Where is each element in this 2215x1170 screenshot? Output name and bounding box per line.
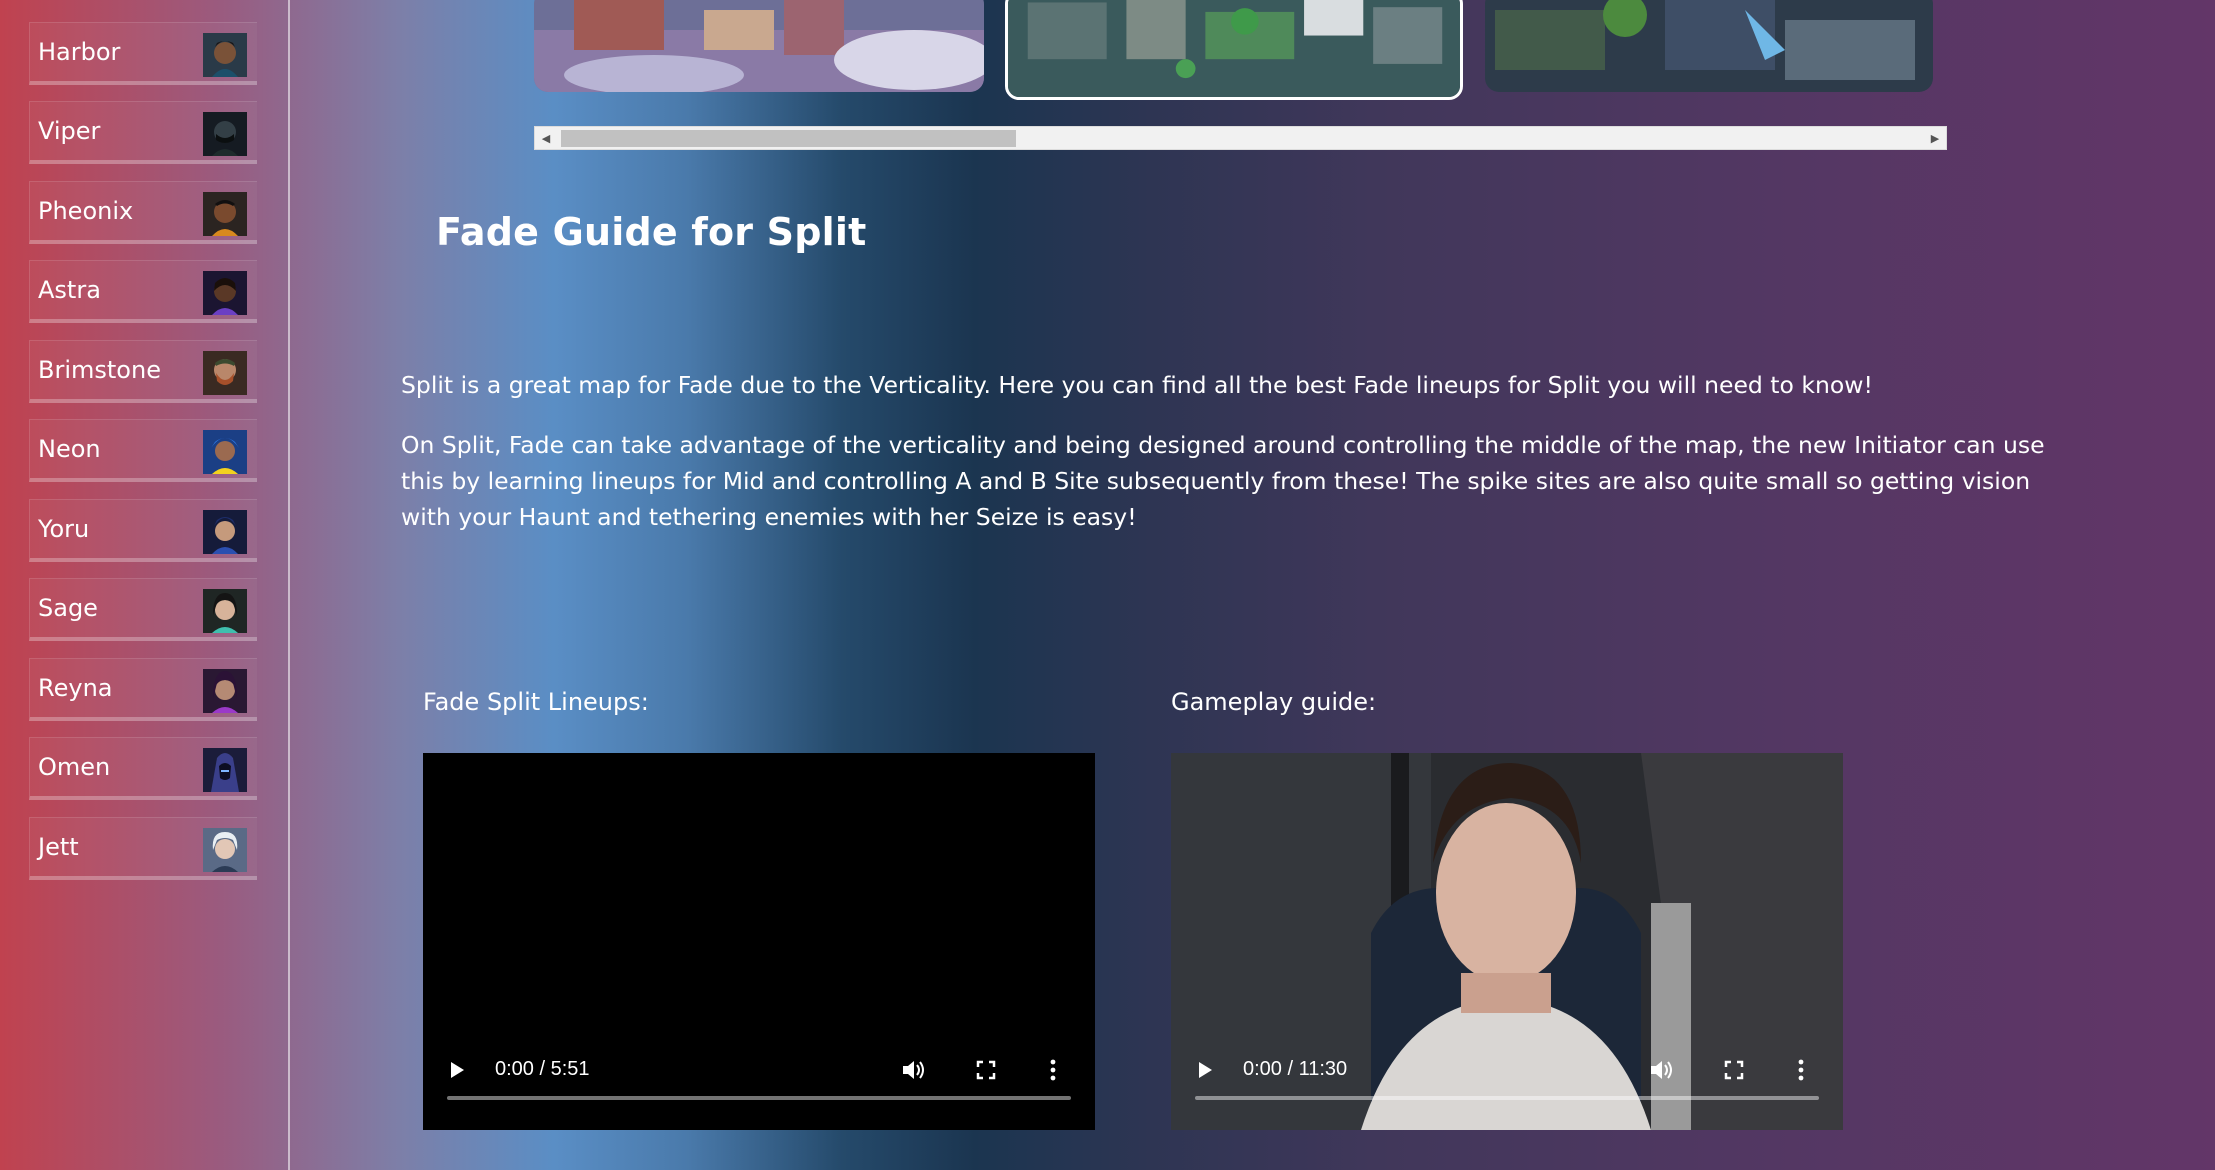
sidebar-item-yoru[interactable]: Yoru [29, 499, 257, 562]
video-progress-bar[interactable] [1195, 1096, 1819, 1100]
map-thumbnail-1[interactable] [534, 0, 984, 92]
jett-avatar [203, 828, 247, 872]
yoru-avatar [203, 510, 247, 554]
more-options-icon[interactable] [1796, 1059, 1806, 1081]
viper-avatar [203, 112, 247, 156]
agent-name: Viper [38, 117, 101, 145]
sidebar-item-astra[interactable]: Astra [29, 260, 257, 323]
video-time: 0:00 / 11:30 [1243, 1058, 1348, 1080]
agent-name: Harbor [38, 38, 121, 66]
pheonix-avatar [203, 192, 247, 236]
agent-name: Yoru [38, 515, 90, 543]
neon-avatar [203, 430, 247, 474]
body-paragraph: On Split, Fade can take advantage of the… [401, 431, 2045, 531]
reyna-avatar [203, 669, 247, 713]
scrollbar-thumb[interactable] [561, 130, 1016, 147]
gameplay-video-player[interactable]: 0:00 / 11:30 [1171, 753, 1843, 1130]
agent-name: Sage [38, 594, 98, 622]
astra-avatar [203, 271, 247, 315]
lineups-video-label: Fade Split Lineups: [423, 688, 649, 716]
brimstone-avatar [203, 351, 247, 395]
video-progress-bar[interactable] [447, 1096, 1071, 1100]
more-options-icon[interactable] [1048, 1059, 1058, 1081]
sidebar-item-reyna[interactable]: Reyna [29, 658, 257, 721]
sidebar-item-neon[interactable]: Neon [29, 419, 257, 482]
map-carousel-scrollbar[interactable]: ◀ ▶ [534, 126, 1947, 150]
video-time: 0:00 / 5:51 [495, 1058, 590, 1080]
harbor-avatar [203, 33, 247, 77]
agent-name: Reyna [38, 674, 113, 702]
volume-icon[interactable] [901, 1058, 927, 1082]
fullscreen-icon[interactable] [1724, 1060, 1744, 1080]
sage-avatar [203, 589, 247, 633]
fullscreen-icon[interactable] [976, 1060, 996, 1080]
sidebar-item-sage[interactable]: Sage [29, 578, 257, 641]
play-icon[interactable] [1195, 1060, 1215, 1080]
agent-name: Pheonix [38, 197, 134, 225]
video-controls: 0:00 / 11:30 [1171, 1030, 1843, 1130]
sidebar-item-viper[interactable]: Viper [29, 101, 257, 164]
agent-name: Brimstone [38, 356, 161, 384]
video-controls: 0:00 / 5:51 [423, 1030, 1095, 1130]
agent-name: Omen [38, 753, 111, 781]
agent-name: Astra [38, 276, 101, 304]
scroll-left-arrow-icon[interactable]: ◀ [535, 127, 557, 149]
map-thumbnail-3[interactable] [1485, 0, 1933, 92]
lineups-video-player[interactable]: 0:00 / 5:51 [423, 753, 1095, 1130]
agent-name: Neon [38, 435, 101, 463]
agent-name: Jett [38, 833, 79, 861]
sidebar-item-harbor[interactable]: Harbor [29, 22, 257, 85]
page-title: Fade Guide for Split [436, 210, 867, 254]
volume-icon[interactable] [1649, 1058, 1675, 1082]
sidebar-item-omen[interactable]: Omen [29, 737, 257, 800]
gameplay-video-label: Gameplay guide: [1171, 688, 1377, 716]
sidebar-item-brimstone[interactable]: Brimstone [29, 340, 257, 403]
scroll-right-arrow-icon[interactable]: ▶ [1924, 127, 1946, 149]
sidebar-item-pheonix[interactable]: Pheonix [29, 181, 257, 244]
agent-sidebar: Harbor Viper Pheonix Astra Brimstone Neo… [0, 0, 290, 1170]
play-icon[interactable] [447, 1060, 467, 1080]
omen-avatar [203, 748, 247, 792]
sidebar-item-jett[interactable]: Jett [29, 817, 257, 880]
map-thumbnail-split-selected[interactable] [1005, 0, 1463, 100]
intro-paragraph: Split is a great map for Fade due to the… [401, 371, 1873, 399]
